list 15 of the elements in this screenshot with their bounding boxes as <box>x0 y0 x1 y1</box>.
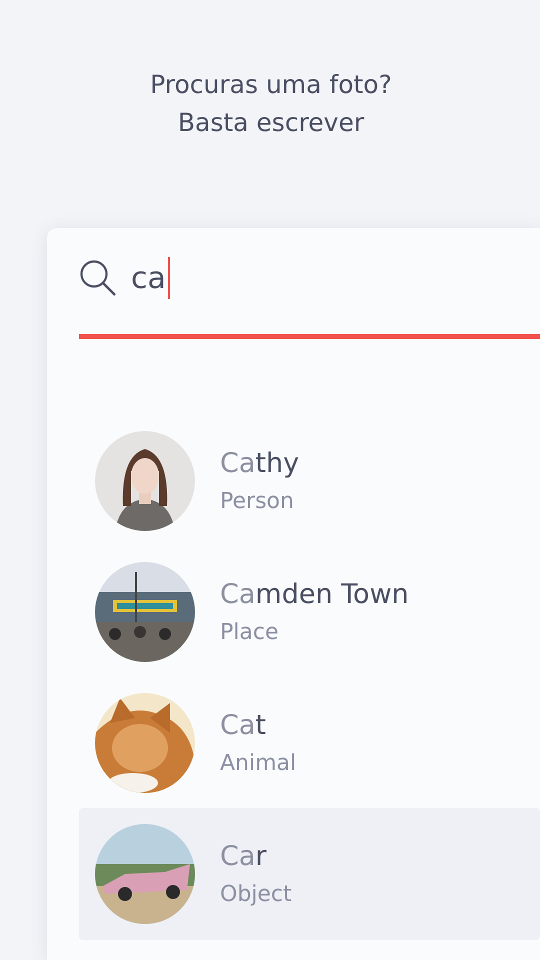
result-name: Cat <box>220 710 267 741</box>
search-icon <box>79 259 117 297</box>
result-type: Person <box>220 489 295 514</box>
result-name: Camden Town <box>220 579 409 610</box>
result-name: Cathy <box>220 448 300 479</box>
result-type: Animal <box>220 751 296 776</box>
result-item[interactable]: Cat Animal <box>79 677 540 809</box>
header-text: Procuras uma foto? Basta escrever <box>149 69 393 139</box>
search-field[interactable]: ca <box>131 257 170 299</box>
result-type: Place <box>220 620 280 645</box>
result-item[interactable]: Cathy Person <box>79 415 540 547</box>
result-item[interactable]: Camden Town Place <box>79 546 540 678</box>
result-type: Object <box>220 882 292 907</box>
result-item[interactable]: Car Object <box>79 808 540 940</box>
result-name: Car <box>220 841 268 872</box>
